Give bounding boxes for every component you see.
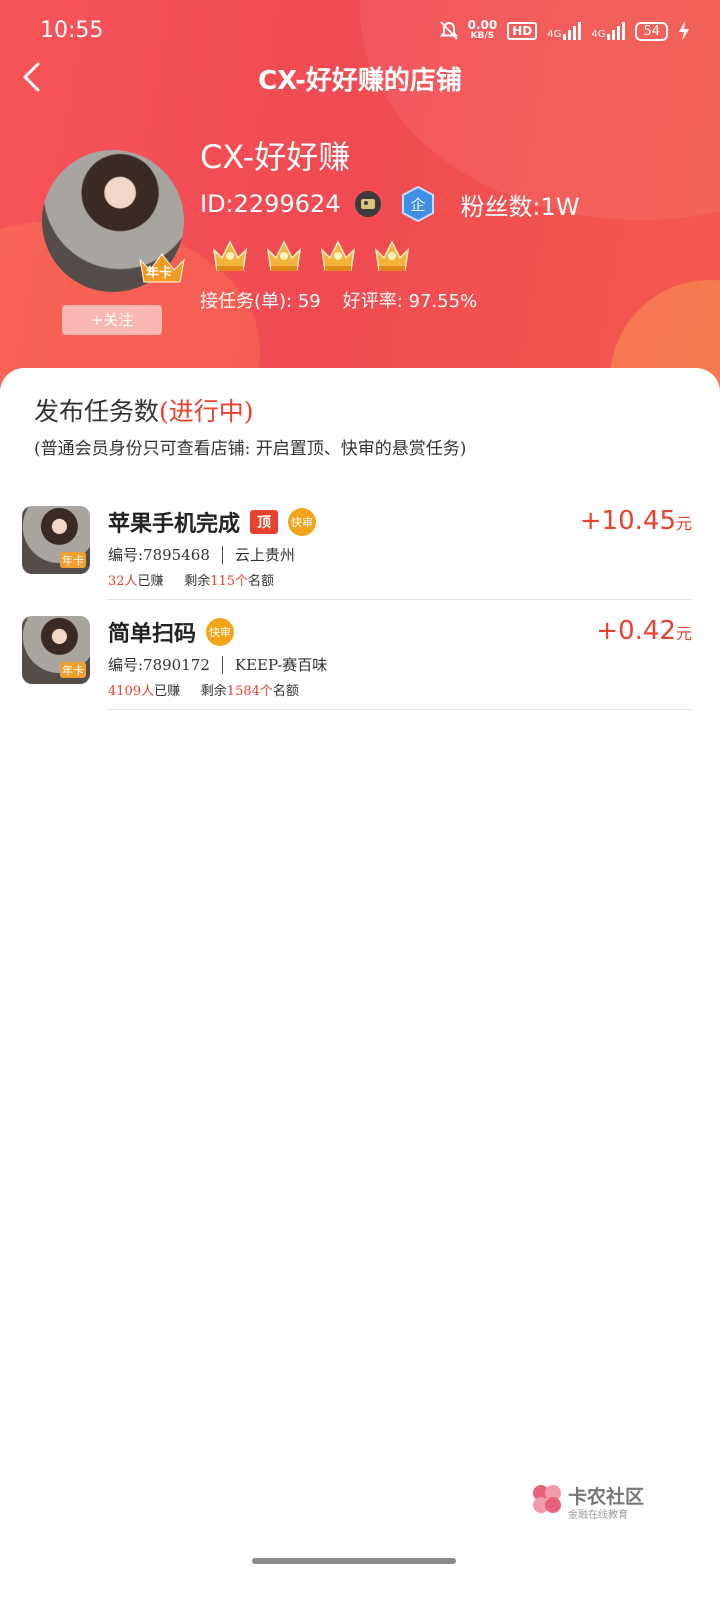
network-speed-value: 0.00 [467,18,498,32]
task-code: 编号:7890172 [108,656,210,674]
enterprise-label: 企 [410,196,425,214]
crown-icon [374,240,410,271]
reward-unit: 元 [675,514,692,533]
slots-label: 名额 [272,684,299,699]
shop-avatar[interactable]: 年卡 [42,150,186,292]
level-crowns [210,236,412,274]
section-title: 发布任务数(进行中) [34,392,254,428]
task-list-card: 发布任务数(进行中) (普通会员身份只可查看店铺: 开启置顶、快审的悬赏任务) … [0,368,720,1600]
task-name: 苹果手机完成 顶 快审 [108,506,317,538]
status-bar: 10:55 0.00 KB/S HD 4G 4G 54 [0,0,720,60]
year-card-badge: 年卡 [138,250,186,284]
task-name: 简单扫码 快审 [108,616,235,648]
signal-bars-icon [563,22,582,40]
task-name-text: 苹果手机完成 [108,511,241,537]
reward-amount: +10.45 [579,506,676,536]
fast-review-badge: 快审 [288,508,317,536]
year-card-badge: 年卡 [60,662,86,678]
watermark: 卡农社区 金融在线教育 [530,1478,650,1521]
task-item[interactable]: 年卡 简单扫码 快审 编号:7890172 KEEP-赛百味 4109人已赚 剩… [0,600,720,710]
shop-id: ID:2299624 [200,190,341,218]
task-thumbnail: 年卡 [22,506,90,574]
task-counts: 32人已赚 剩余115个名额 [108,570,274,589]
year-card-label: 年卡 [146,266,173,281]
crown-icon [320,240,356,271]
reward-amount: +0.42 [596,616,676,646]
task-meta: 编号:7895468 云上贵州 [108,544,295,565]
mute-bell-icon [439,21,458,40]
earned-label: 已赚 [137,574,164,589]
task-item[interactable]: 年卡 苹果手机完成 顶 快审 编号:7895468 云上贵州 32人已赚 剩余1… [0,490,720,600]
watermark-title: 卡农社区 [568,1486,645,1508]
rating: 好评率: 97.55% [342,291,478,312]
shop-header: 10:55 0.00 KB/S HD 4G 4G 54 CX-好好赚的店铺 年卡… [0,0,720,400]
signal-2: 4G [591,22,626,40]
task-name-text: 简单扫码 [108,621,197,647]
remaining-count: 1584个 [226,684,273,699]
task-category: 云上贵州 [234,546,295,564]
enterprise-icon: 企 [401,186,434,222]
task-thumbnail: 年卡 [22,616,90,684]
crown-icon [212,240,248,271]
hd-icon: HD [507,22,538,40]
follow-button[interactable]: +关注 [62,305,162,335]
shop-name: CX-好好赚 [200,138,351,176]
signal-2-label: 4G [591,29,606,40]
remaining-count: 115个 [210,574,249,589]
shop-stats: 接任务(单): 59 好评率: 97.55% [200,287,477,313]
tasks-taken: 接任务(单): 59 [200,291,321,312]
task-category: KEEP-赛百味 [234,656,328,674]
shop-page: 10:55 0.00 KB/S HD 4G 4G 54 CX-好好赚的店铺 年卡… [0,0,720,1600]
divider [106,709,692,710]
status-time: 10:55 [40,18,104,43]
task-reward: +10.45元 [580,506,692,536]
remaining-label: 剩余 [184,574,211,589]
home-indicator[interactable] [252,1558,456,1564]
slots-label: 名额 [248,574,275,589]
network-speed: 0.00 KB/S [467,18,498,42]
nav-bar: CX-好好赚的店铺 [0,52,720,102]
year-card-badge: 年卡 [60,552,86,568]
watermark-subtitle: 金融在线教育 [568,1510,628,1521]
pinned-tag: 顶 [250,510,279,534]
signal-bars-icon [607,22,626,40]
id-row: ID:2299624 企 粉丝数:1W [200,186,580,222]
watermark-logo-icon [533,1485,561,1513]
task-code: 编号:7895468 [108,546,210,564]
status-icons: 0.00 KB/S HD 4G 4G 54 [439,18,690,42]
crown-icon [266,240,302,271]
task-counts: 4109人已赚 剩余1584个名额 [108,680,299,699]
page-title: CX-好好赚的店铺 [258,66,462,96]
identity-verified-icon [354,191,381,217]
divider [221,655,223,674]
task-meta: 编号:7890172 KEEP-赛百味 [108,654,327,675]
remaining-label: 剩余 [200,684,227,699]
section-title-text: 发布任务数 [34,397,160,426]
fans-count: 粉丝数:1W [460,192,580,221]
battery-icon: 54 [635,21,668,41]
signal-1-label: 4G [547,29,562,40]
fast-review-badge: 快审 [206,618,235,646]
earned-count: 32人 [108,574,138,589]
earned-label: 已赚 [154,684,181,699]
section-note: (普通会员身份只可查看店铺: 开启置顶、快审的悬赏任务) [34,439,467,459]
network-speed-unit: KB/S [470,31,495,41]
task-reward: +0.42元 [596,616,692,646]
earned-count: 4109人 [108,684,155,699]
section-status: (进行中) [159,397,254,426]
reward-unit: 元 [675,624,692,643]
signal-1: 4G [547,22,582,40]
charging-bolt-icon [679,21,689,41]
divider [221,545,223,564]
